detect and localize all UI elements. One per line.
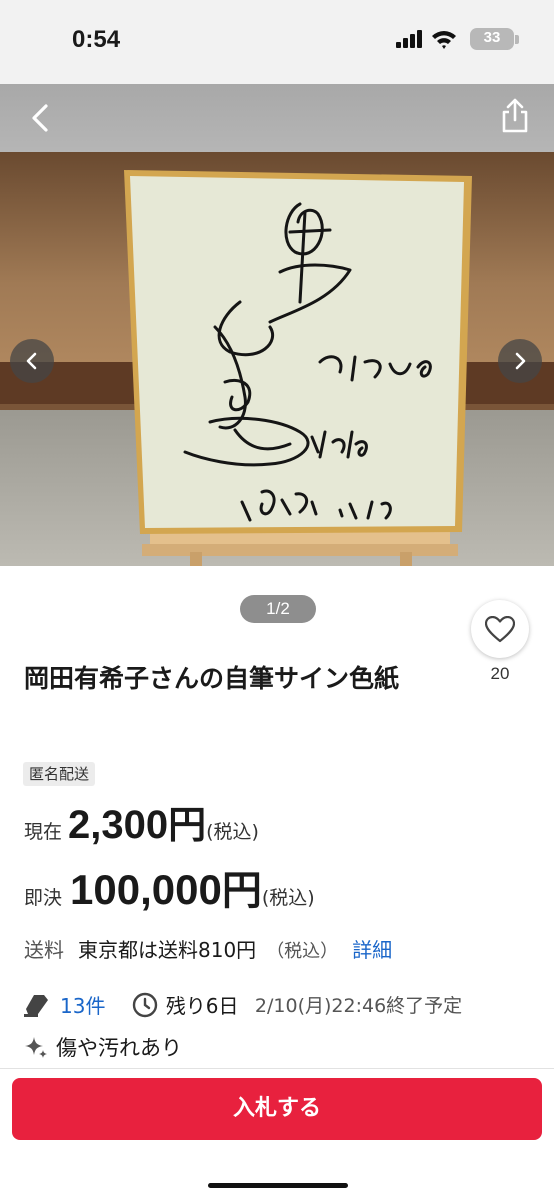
time-remaining: 残り6日 [165, 994, 239, 1018]
nav-bar [0, 84, 554, 154]
buyout-price-row: 即決 100,000円(税込) [24, 858, 315, 916]
autograph-photo [0, 152, 554, 566]
chevron-left-icon [26, 352, 37, 370]
home-indicator [208, 1183, 348, 1188]
place-bid-button[interactable]: 入札する [12, 1078, 542, 1140]
clock-icon [132, 992, 158, 1017]
share-icon[interactable] [496, 96, 534, 136]
watch-count: 20 [490, 664, 510, 683]
buyout-price-label: 即決 [24, 887, 63, 909]
anonymous-shipping-badge: 匿名配送 [23, 762, 96, 786]
bottom-divider [0, 1068, 554, 1069]
shipping-tax: （税込） [266, 941, 339, 962]
photo-counter: 1/2 [240, 595, 316, 623]
wifi-icon [432, 31, 456, 49]
current-price-row: 現在 2,300円(税込) [24, 794, 259, 849]
buyout-price-currency: 円 [221, 868, 262, 914]
auction-meta-row: 13件 残り6日 2/10(月)22:46終了予定 [24, 990, 462, 1020]
shipping-detail-link[interactable]: 詳細 [352, 938, 392, 962]
gavel-icon [24, 994, 48, 1017]
next-photo-button[interactable] [498, 339, 542, 383]
status-bar: 0:54 33 [0, 0, 554, 84]
sparkle-icon [25, 1037, 47, 1058]
shipping-row: 送料 東京都は送料810円 （税込） 詳細 [24, 934, 392, 963]
buyout-price-value: 100,000 [70, 866, 222, 913]
end-time: 2/10(月)22:46終了予定 [254, 995, 463, 1017]
item-title: 岡田有希子さんの自筆サイン色紙 [24, 664, 400, 693]
chevron-right-icon [515, 352, 526, 370]
signal-icon [396, 30, 422, 48]
current-price-value: 2,300 [68, 803, 169, 847]
condition-text: 傷や汚れあり [56, 1036, 182, 1060]
bid-count[interactable]: 13件 [60, 990, 105, 1019]
shipping-label: 送料 [24, 938, 64, 962]
item-photo[interactable] [0, 152, 554, 566]
current-price-tax: (税込) [206, 821, 259, 843]
battery-icon: 33 [470, 28, 514, 50]
prev-photo-button[interactable] [10, 339, 54, 383]
back-icon[interactable] [24, 100, 60, 136]
heart-icon [485, 616, 515, 643]
buyout-price-tax: (税込) [261, 887, 315, 909]
status-time: 0:54 [72, 26, 121, 53]
current-price-currency: 円 [168, 803, 207, 847]
shipping-text: 東京都は送料810円 [78, 938, 257, 962]
battery-level: 33 [483, 29, 501, 46]
battery-cap [515, 35, 519, 44]
condition-row: 傷や汚れあり [24, 1032, 182, 1062]
watch-button[interactable] [471, 600, 529, 658]
current-price-label: 現在 [24, 821, 63, 843]
